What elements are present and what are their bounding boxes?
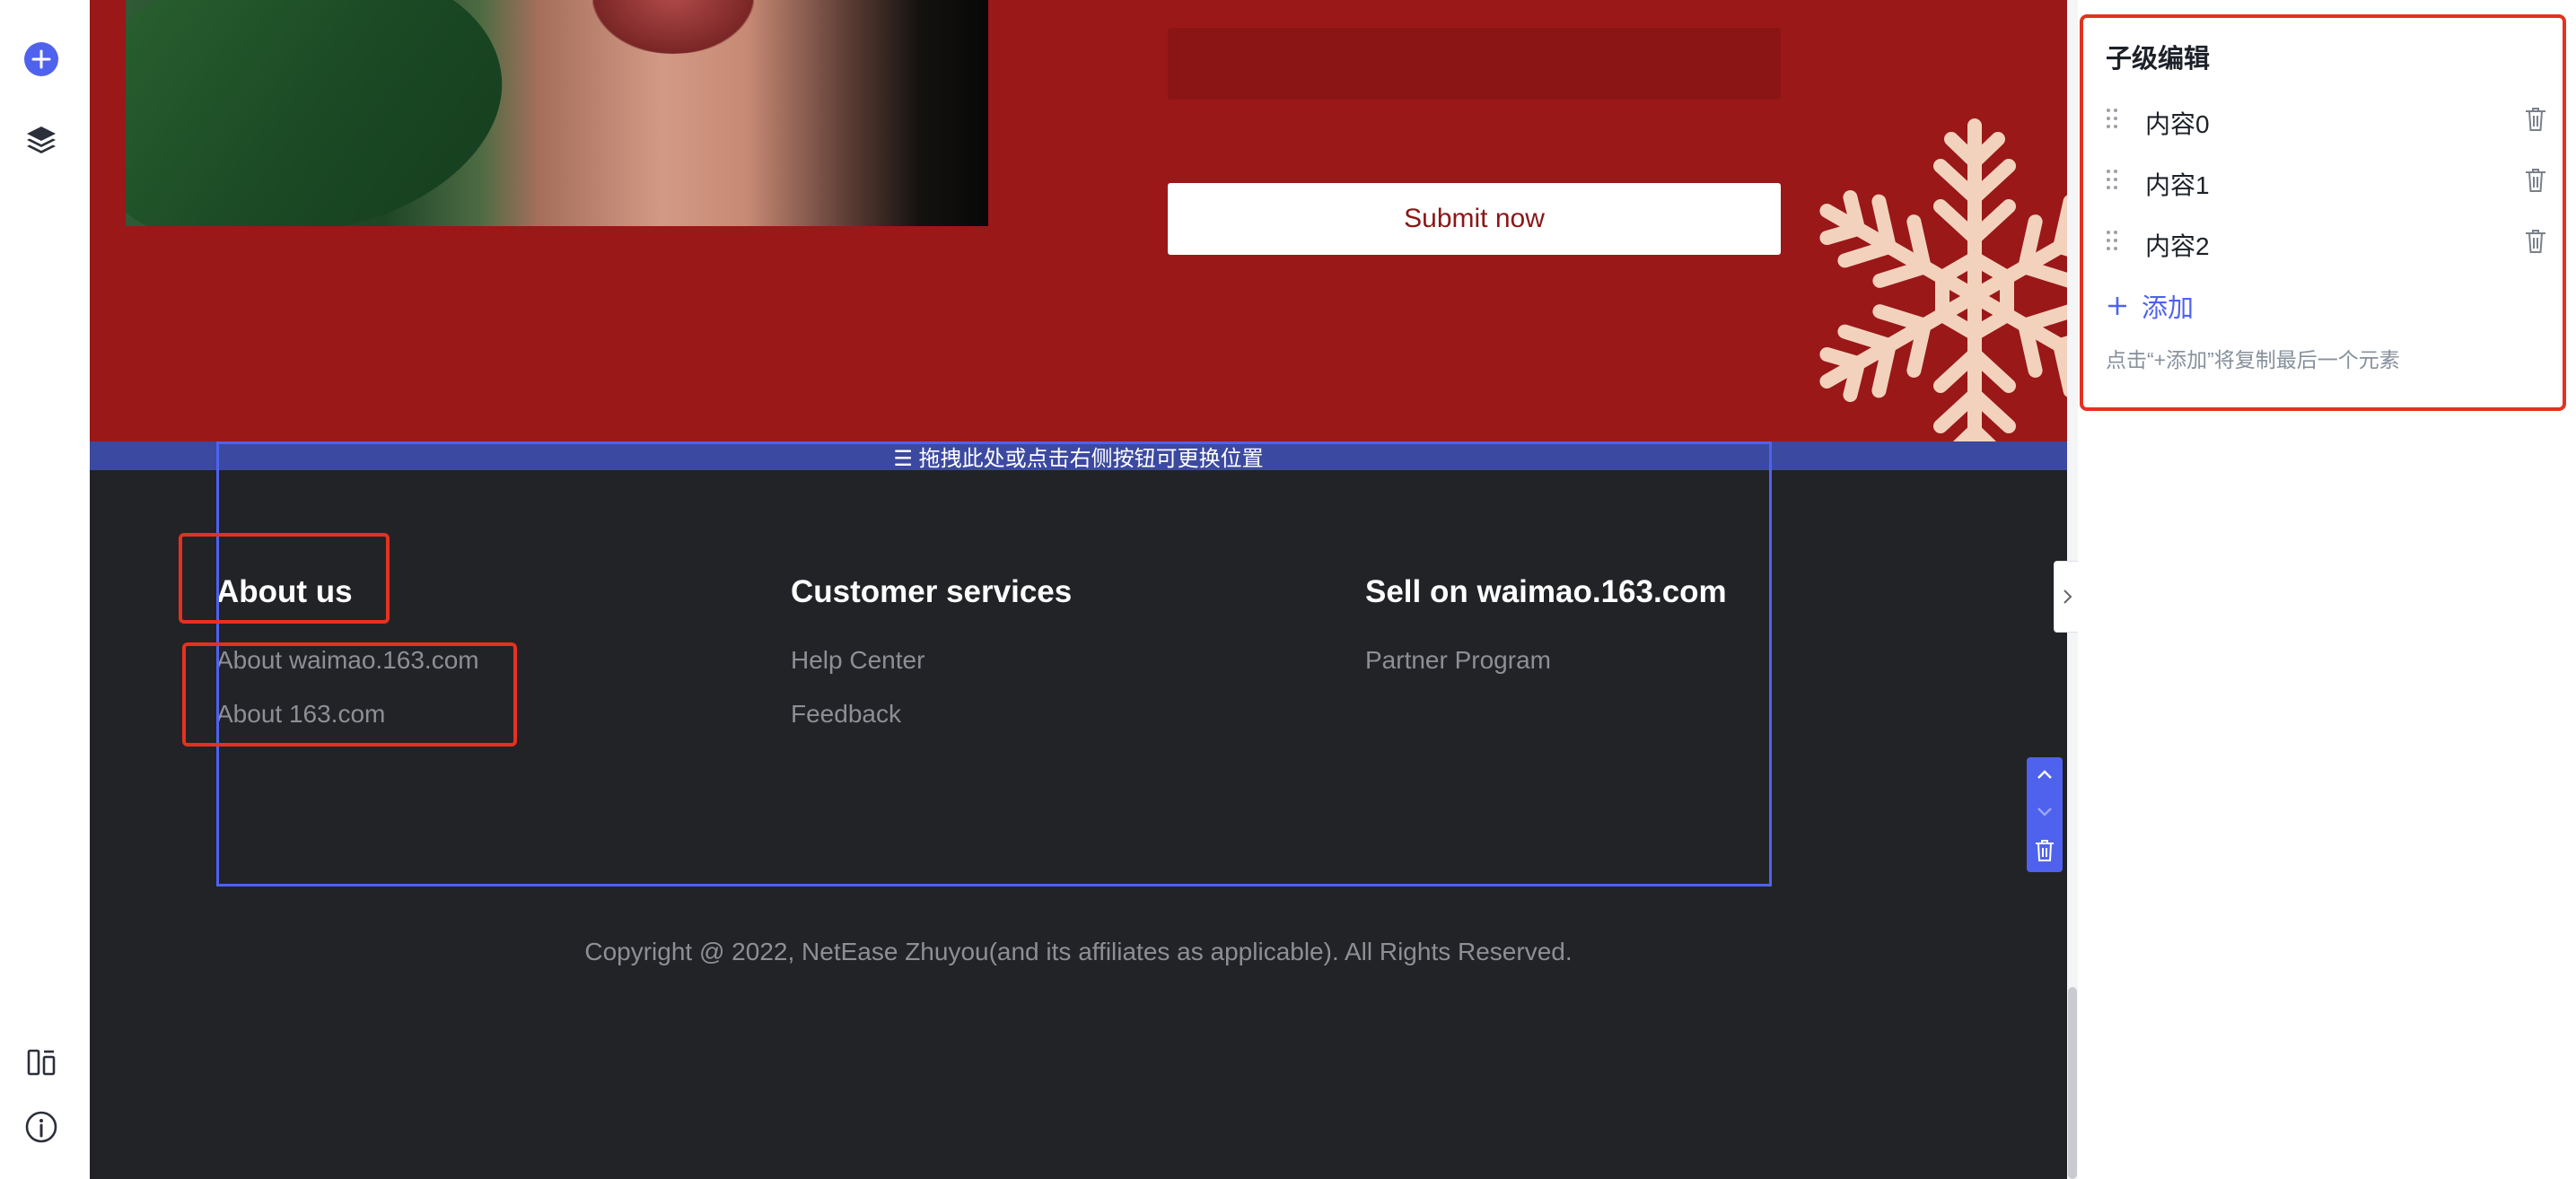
info-icon	[25, 1111, 57, 1143]
panel-title: 子级编辑	[2106, 45, 2211, 74]
drag-dots-icon[interactable]	[2106, 230, 2118, 251]
add-component-button[interactable]	[20, 38, 63, 81]
child-item[interactable]: 内容0	[2106, 93, 2551, 147]
left-toolbar	[0, 0, 91, 1179]
child-item-label: 内容1	[2145, 171, 2210, 199]
footer-col-services-title: Customer services	[791, 574, 1073, 609]
footer-col-about-title: About us	[216, 574, 353, 609]
add-hint-text: 点击“+添加”将复制最后一个元素	[2106, 348, 2400, 371]
drag-handle-bar[interactable]: ☰ 拖拽此处或点击右侧按钮可更换位置	[90, 441, 2067, 471]
drag-bar-text: ☰ 拖拽此处或点击右侧按钮可更换位置	[893, 446, 1264, 471]
footer-link-feedback[interactable]: Feedback	[791, 700, 901, 729]
page-canvas: Submit now ☰ 拖拽此处或点击右侧按钮可更换位置 About us A…	[90, 0, 2067, 1179]
footer-link-about-163[interactable]: About 163.com	[216, 700, 385, 729]
child-item-label: 内容2	[2145, 232, 2210, 260]
footer-link-about-waimao[interactable]: About waimao.163.com	[216, 646, 479, 675]
panel-collapse-toggle[interactable]	[2054, 561, 2081, 633]
drag-dots-icon[interactable]	[2106, 108, 2118, 129]
add-icon	[24, 42, 58, 76]
layers-button[interactable]	[20, 118, 63, 162]
child-item-label: 内容0	[2145, 110, 2210, 138]
hero-section[interactable]: Submit now	[90, 0, 2067, 441]
chevron-down-icon	[2037, 808, 2052, 817]
form-input-field[interactable]	[1168, 28, 1781, 100]
info-button[interactable]	[20, 1105, 63, 1148]
trash-icon[interactable]	[2524, 228, 2547, 255]
hero-photo	[126, 0, 988, 226]
child-item[interactable]: 内容2	[2106, 215, 2551, 269]
leaf-shape	[126, 0, 523, 226]
chevron-right-icon	[2063, 590, 2072, 604]
delete-section-button[interactable]	[2027, 833, 2063, 869]
lips-shape	[592, 0, 754, 54]
layers-icon	[27, 127, 56, 153]
section-toolbar	[2027, 757, 2063, 872]
trash-icon[interactable]	[2524, 106, 2547, 133]
footer-col-sell-title: Sell on waimao.163.com	[1365, 574, 1727, 609]
move-up-button[interactable]	[2027, 757, 2063, 793]
trash-icon[interactable]	[2524, 167, 2547, 194]
canvas-scrollbar-thumb[interactable]	[2068, 987, 2077, 1179]
layout-icon	[27, 1049, 56, 1076]
trash-icon	[2036, 840, 2054, 861]
drag-dots-icon[interactable]	[2106, 169, 2118, 190]
plus-icon	[2108, 297, 2126, 315]
snowflake-icon	[1795, 118, 2067, 441]
chevron-up-icon	[2037, 770, 2052, 779]
footer-link-help-center[interactable]: Help Center	[791, 646, 924, 675]
footer-link-partner-program[interactable]: Partner Program	[1365, 646, 1551, 675]
add-child-label: 添加	[2142, 294, 2195, 323]
layout-button[interactable]	[20, 1041, 63, 1084]
submit-button[interactable]: Submit now	[1168, 183, 1781, 255]
add-child-button[interactable]: 添加	[2106, 287, 2194, 325]
move-down-button[interactable]	[2027, 793, 2063, 829]
child-item[interactable]: 内容1	[2106, 154, 2551, 208]
copyright-text: Copyright @ 2022, NetEase Zhuyou(and its…	[584, 938, 1573, 965]
